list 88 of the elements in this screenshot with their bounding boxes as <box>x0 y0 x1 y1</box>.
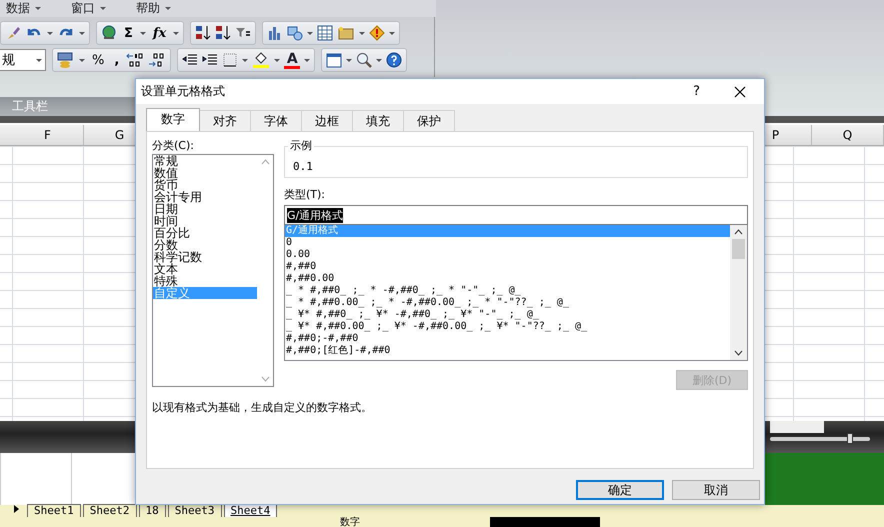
category-item[interactable]: 货币 <box>153 179 257 191</box>
dialog-tab[interactable]: 保护 <box>403 110 455 131</box>
category-item[interactable]: 百分比 <box>153 227 257 239</box>
magnifier-icon[interactable] <box>356 52 372 68</box>
category-item[interactable]: 特殊 <box>153 275 257 287</box>
dropdown-arrow-icon[interactable] <box>376 58 382 62</box>
sheet-tab[interactable]: Sheet1 <box>27 504 81 517</box>
increase-decimal-icon[interactable] <box>126 52 144 68</box>
currency-icon[interactable] <box>57 52 75 68</box>
dropdown-arrow-icon[interactable] <box>79 58 85 62</box>
scroll-up-icon[interactable] <box>734 229 743 235</box>
column-header[interactable]: F <box>12 125 84 146</box>
sort-descending-icon[interactable] <box>215 25 232 41</box>
dropdown-arrow-icon[interactable] <box>274 58 280 62</box>
category-item[interactable]: 会计专用 <box>153 191 257 203</box>
dropdown-arrow-icon[interactable] <box>79 32 85 34</box>
format-item[interactable]: _ * #,##0_ ;_ * -#,##0_ ;_ * "-"_ ;_ @_ <box>285 285 730 297</box>
menu-item[interactable]: 帮助 <box>136 0 160 17</box>
dropdown-arrow-icon[interactable] <box>35 7 41 10</box>
format-list[interactable] <box>284 225 748 361</box>
zoom-slider-thumb[interactable] <box>847 433 853 444</box>
sheet-tab[interactable]: 18 <box>138 504 166 517</box>
format-item[interactable]: 0 <box>285 237 730 249</box>
dropdown-arrow-icon[interactable] <box>140 32 146 34</box>
format-item[interactable]: _ * #,##0.00_ ;_ * -#,##0.00_ ;_ * "-"??_ ;_ @_ <box>285 297 730 309</box>
borders-icon[interactable] <box>222 52 238 68</box>
category-item[interactable]: 科学记数 <box>153 251 257 263</box>
table-grid-icon[interactable] <box>317 25 334 41</box>
sheet-tab[interactable]: Sheet2 <box>82 504 136 517</box>
menu-item[interactable]: 数据 <box>6 0 30 17</box>
dropdown-arrow-icon[interactable] <box>304 58 310 62</box>
dialog-title: 设置单元格格式 <box>141 83 226 100</box>
category-item[interactable]: 分数 <box>153 239 257 251</box>
dropdown-arrow-icon[interactable] <box>47 32 53 34</box>
dropdown-arrow-icon[interactable] <box>346 58 352 62</box>
comma-style-button[interactable]: , <box>111 52 122 68</box>
dropdown-arrow-icon[interactable] <box>173 32 180 34</box>
menu-item[interactable]: 窗口 <box>71 0 95 17</box>
percent-button[interactable]: % <box>89 52 108 68</box>
category-item[interactable]: 日期 <box>153 203 257 215</box>
dialog-tab[interactable]: 数字 <box>146 108 200 131</box>
dropdown-arrow-icon[interactable] <box>389 32 396 34</box>
category-item[interactable]: 文本 <box>153 263 257 275</box>
category-item[interactable]: 常规 <box>153 155 257 167</box>
sheet-tab[interactable]: Sheet3 <box>168 504 222 517</box>
toolbar-label: 工具栏 <box>12 98 48 116</box>
description-text: 以现有格式为基础，生成自定义的数字格式。 <box>152 400 373 415</box>
dropdown-arrow-icon[interactable] <box>100 7 106 10</box>
sort-ascending-icon[interactable] <box>195 25 212 41</box>
status-mode: 数字 <box>340 516 360 527</box>
format-item[interactable]: #,##0;-#,##0 <box>285 333 730 345</box>
sum-button[interactable]: Σ <box>121 26 136 40</box>
font-color-swatch <box>284 66 300 68</box>
dropdown-arrow-icon[interactable] <box>165 7 171 10</box>
dropdown-arrow-icon[interactable] <box>359 32 366 34</box>
sheet-tab[interactable]: Sheet4 <box>224 504 278 517</box>
format-item[interactable]: #,##0;[红色]-#,##0 <box>285 345 730 357</box>
cancel-button[interactable]: 取消 <box>672 480 760 500</box>
brush-icon[interactable] <box>5 25 21 41</box>
function-button[interactable]: fx <box>150 26 170 40</box>
help-icon[interactable] <box>386 52 402 68</box>
category-list[interactable]: 常规 数值 货币 会计专用 日期 时间 百分比 分数 科学记数 文本 特殊 自定义 <box>152 154 274 387</box>
ok-button[interactable]: 确定 <box>576 480 664 500</box>
font-color-button[interactable]: A <box>284 52 300 68</box>
sample-label: 示例 <box>288 138 314 153</box>
scroll-down-icon[interactable] <box>734 350 743 356</box>
format-item[interactable]: #,##0 <box>285 261 730 273</box>
format-item[interactable]: _ ¥* #,##0.00_ ;_ ¥* -#,##0.00_ ;_ ¥* "-"??_ ;_ @_ <box>285 321 730 333</box>
warning-diamond-icon[interactable] <box>369 25 386 41</box>
folder-icon[interactable] <box>337 25 356 41</box>
close-icon[interactable] <box>734 86 746 98</box>
decrease-decimal-icon[interactable] <box>148 52 166 68</box>
category-item[interactable]: 数值 <box>153 167 257 179</box>
type-label: 类型(T): <box>284 187 326 202</box>
shapes-icon[interactable] <box>287 25 304 41</box>
horizontal-scrollbar[interactable] <box>770 421 824 434</box>
dropdown-arrow-icon[interactable] <box>242 58 248 62</box>
dropdown-arrow-icon[interactable] <box>307 32 314 34</box>
help-button[interactable]: ? <box>693 84 700 99</box>
sample-value: 0.1 <box>293 160 313 173</box>
globe-icon[interactable] <box>101 25 117 41</box>
number-format-dropdown[interactable]: 规 <box>0 49 46 71</box>
scrollbar-thumb[interactable] <box>732 239 745 259</box>
format-item[interactable]: 0.00 <box>285 249 730 261</box>
format-item[interactable]: _ ¥* #,##0_ ;_ ¥* -#,##0_ ;_ ¥* "-"_ ;_ @_ <box>285 309 730 321</box>
category-item[interactable]: 时间 <box>153 215 257 227</box>
column-header[interactable]: Q <box>812 125 884 146</box>
format-item[interactable]: #,##0.00 <box>285 273 730 285</box>
